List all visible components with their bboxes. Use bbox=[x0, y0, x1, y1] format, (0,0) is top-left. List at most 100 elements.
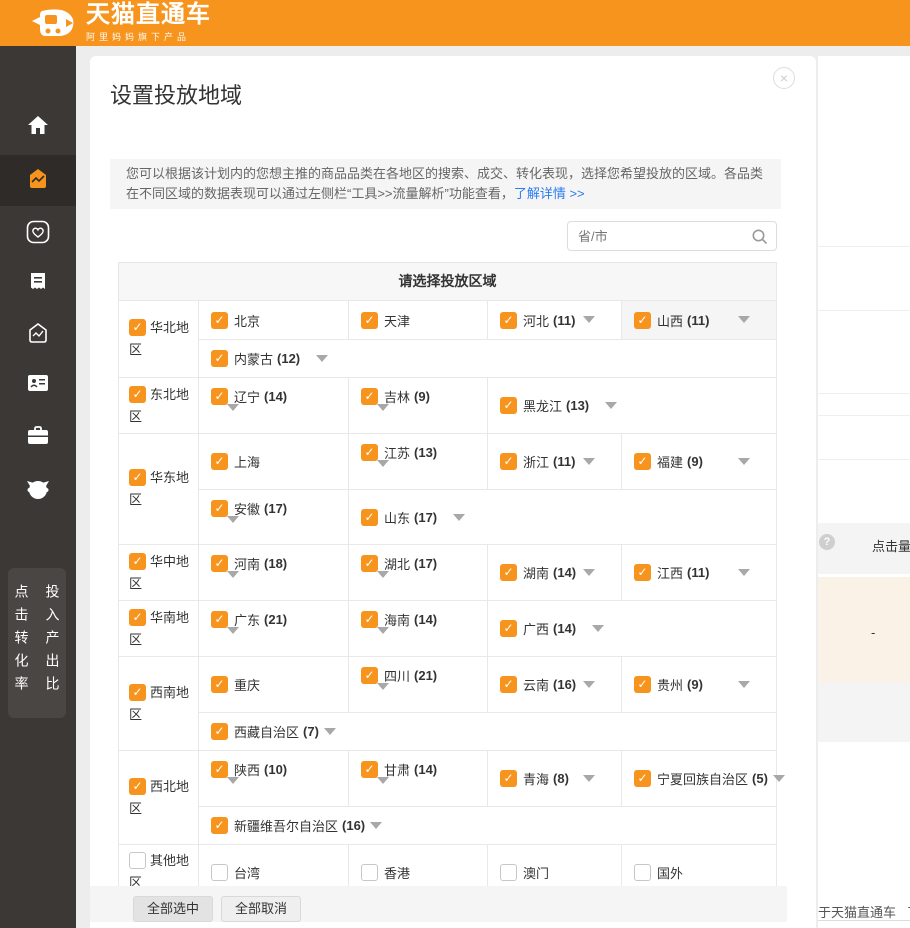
region-cell-华东地区[interactable]: 华东地区 bbox=[119, 434, 199, 544]
province-cell-青海[interactable]: 青海(8) bbox=[488, 751, 622, 806]
checkbox-checked[interactable] bbox=[500, 620, 517, 637]
dropdown-arrow-icon[interactable] bbox=[377, 627, 389, 649]
province-cell-福建[interactable]: 福建(9) bbox=[622, 434, 776, 489]
province-cell-天津[interactable]: 天津 bbox=[349, 301, 488, 339]
checkbox-checked[interactable] bbox=[211, 500, 228, 517]
checkbox-checked[interactable] bbox=[129, 319, 146, 336]
checkbox-checked[interactable] bbox=[500, 397, 517, 414]
checkbox-checked[interactable] bbox=[129, 778, 146, 795]
dropdown-arrow-icon[interactable] bbox=[738, 458, 750, 465]
sidebar-item-reports[interactable] bbox=[0, 258, 76, 308]
province-cell-上海[interactable]: 上海 bbox=[199, 434, 349, 489]
checkbox-checked[interactable] bbox=[361, 555, 378, 572]
sidebar-item-home[interactable] bbox=[0, 101, 76, 151]
checkbox-checked[interactable] bbox=[211, 312, 228, 329]
checkbox-checked[interactable] bbox=[211, 723, 228, 740]
dropdown-arrow-icon[interactable] bbox=[377, 571, 389, 593]
checkbox-checked[interactable] bbox=[361, 444, 378, 461]
province-cell-山东[interactable]: 山东(17) bbox=[349, 490, 776, 544]
search-icon[interactable] bbox=[751, 228, 768, 248]
dropdown-arrow-icon[interactable] bbox=[583, 458, 595, 465]
dropdown-arrow-icon[interactable] bbox=[738, 681, 750, 688]
checkbox-checked[interactable] bbox=[129, 469, 146, 486]
checkbox-checked[interactable] bbox=[361, 667, 378, 684]
dropdown-arrow-icon[interactable] bbox=[583, 316, 595, 323]
province-cell-广东[interactable]: 广东(21) bbox=[199, 601, 349, 656]
checkbox-checked[interactable] bbox=[211, 676, 228, 693]
checkbox-checked[interactable] bbox=[361, 312, 378, 329]
dropdown-arrow-icon[interactable] bbox=[605, 402, 617, 409]
province-cell-北京[interactable]: 北京 bbox=[199, 301, 349, 339]
checkbox-checked[interactable] bbox=[129, 684, 146, 701]
checkbox-checked[interactable] bbox=[361, 388, 378, 405]
dropdown-arrow-icon[interactable] bbox=[370, 822, 382, 829]
province-cell-河北[interactable]: 河北(11) bbox=[488, 301, 622, 339]
dropdown-arrow-icon[interactable] bbox=[583, 569, 595, 576]
checkbox-checked[interactable] bbox=[211, 350, 228, 367]
dropdown-arrow-icon[interactable] bbox=[227, 571, 239, 593]
province-cell-陕西[interactable]: 陕西(10) bbox=[199, 751, 349, 806]
sidebar-item-campaign[interactable] bbox=[0, 155, 76, 206]
checkbox-checked[interactable] bbox=[211, 611, 228, 628]
dropdown-arrow-icon[interactable] bbox=[316, 355, 328, 362]
checkbox-checked[interactable] bbox=[634, 564, 651, 581]
checkbox-checked[interactable] bbox=[211, 453, 228, 470]
dropdown-arrow-icon[interactable] bbox=[227, 627, 239, 649]
checkbox-checked[interactable] bbox=[361, 761, 378, 778]
checkbox-checked[interactable] bbox=[211, 817, 228, 834]
province-cell-湖北[interactable]: 湖北(17) bbox=[349, 545, 488, 600]
checkbox-checked[interactable] bbox=[211, 761, 228, 778]
dropdown-arrow-icon[interactable] bbox=[738, 569, 750, 576]
dropdown-arrow-icon[interactable] bbox=[377, 683, 389, 705]
province-cell-黑龙江[interactable]: 黑龙江(13) bbox=[488, 378, 776, 433]
province-cell-辽宁[interactable]: 辽宁(14) bbox=[199, 378, 349, 433]
checkbox-checked[interactable] bbox=[500, 564, 517, 581]
dropdown-arrow-icon[interactable] bbox=[227, 777, 239, 799]
checkbox-unchecked[interactable] bbox=[361, 864, 378, 881]
dropdown-arrow-icon[interactable] bbox=[324, 728, 336, 735]
checkbox-checked[interactable] bbox=[211, 388, 228, 405]
dropdown-arrow-icon[interactable] bbox=[453, 514, 465, 521]
metric-tags-box[interactable]: 点击转化率 投入产出比 bbox=[8, 568, 66, 718]
province-cell-海南[interactable]: 海南(14) bbox=[349, 601, 488, 656]
checkbox-unchecked[interactable] bbox=[211, 864, 228, 881]
dropdown-arrow-icon[interactable] bbox=[377, 460, 389, 482]
logo[interactable]: 天猫直通车 阿里妈妈旗下产品 bbox=[30, 3, 211, 43]
sidebar-item-favorites[interactable] bbox=[0, 208, 76, 258]
dropdown-arrow-icon[interactable] bbox=[738, 316, 750, 323]
checkbox-checked[interactable] bbox=[211, 555, 228, 572]
checkbox-unchecked[interactable] bbox=[129, 852, 146, 869]
checkbox-checked[interactable] bbox=[500, 676, 517, 693]
province-cell-河南[interactable]: 河南(18) bbox=[199, 545, 349, 600]
province-cell-安徽[interactable]: 安徽(17) bbox=[199, 490, 349, 544]
province-cell-重庆[interactable]: 重庆 bbox=[199, 657, 349, 712]
checkbox-checked[interactable] bbox=[129, 609, 146, 626]
province-cell-吉林[interactable]: 吉林(9) bbox=[349, 378, 488, 433]
checkbox-checked[interactable] bbox=[129, 386, 146, 403]
dropdown-arrow-icon[interactable] bbox=[583, 681, 595, 688]
dropdown-arrow-icon[interactable] bbox=[377, 777, 389, 799]
province-cell-四川[interactable]: 四川(21) bbox=[349, 657, 488, 712]
province-cell-湖南[interactable]: 湖南(14) bbox=[488, 545, 622, 600]
dropdown-arrow-icon[interactable] bbox=[583, 775, 595, 782]
dropdown-arrow-icon[interactable] bbox=[227, 404, 239, 426]
province-cell-新疆维吾尔自治区[interactable]: 新疆维吾尔自治区(16) bbox=[199, 807, 776, 844]
learn-more-link[interactable]: 了解详情 >> bbox=[514, 186, 585, 201]
sidebar-item-tools[interactable] bbox=[0, 412, 76, 462]
checkbox-checked[interactable] bbox=[634, 312, 651, 329]
checkbox-checked[interactable] bbox=[634, 453, 651, 470]
dropdown-arrow-icon[interactable] bbox=[592, 625, 604, 632]
province-cell-江西[interactable]: 江西(11) bbox=[622, 545, 776, 600]
sidebar-item-shop[interactable] bbox=[0, 309, 76, 359]
sidebar-item-account[interactable] bbox=[0, 359, 76, 409]
checkbox-checked[interactable] bbox=[500, 312, 517, 329]
region-cell-西南地区[interactable]: 西南地区 bbox=[119, 657, 199, 750]
province-cell-甘肃[interactable]: 甘肃(14) bbox=[349, 751, 488, 806]
province-cell-江苏[interactable]: 江苏(13) bbox=[349, 434, 488, 489]
close-icon[interactable]: × bbox=[773, 67, 795, 89]
checkbox-checked[interactable] bbox=[634, 770, 651, 787]
region-cell-东北地区[interactable]: 东北地区 bbox=[119, 378, 199, 433]
sidebar-item-tmall[interactable] bbox=[0, 465, 76, 515]
checkbox-checked[interactable] bbox=[500, 770, 517, 787]
checkbox-checked[interactable] bbox=[361, 509, 378, 526]
